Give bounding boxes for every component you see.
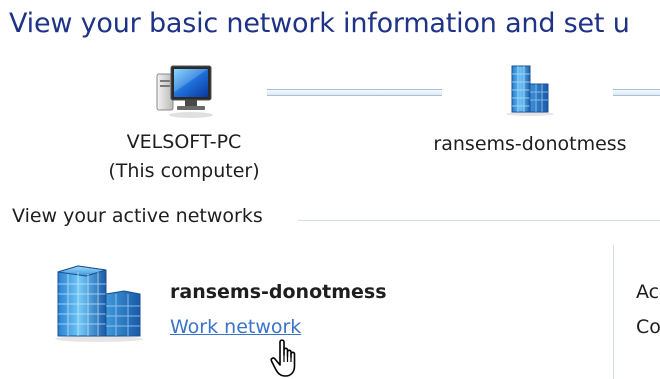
computer-node[interactable]: VELSOFT-PC (This computer) — [84, 62, 284, 186]
connection-line-internet — [613, 89, 660, 96]
connections-label-fragment: Co — [636, 316, 660, 338]
computer-subtitle: (This computer) — [108, 160, 260, 182]
page-title: View your basic network information and … — [9, 8, 630, 39]
network-building-icon — [498, 64, 562, 116]
section-title-active-networks: View your active networks — [12, 205, 263, 227]
access-type-label-fragment: Ac — [636, 281, 660, 303]
hand-pointer-cursor-icon — [268, 338, 308, 379]
computer-name: VELSOFT-PC — [126, 131, 242, 153]
network-and-sharing-center: View your basic network information and … — [0, 0, 660, 379]
column-divider — [613, 245, 614, 379]
network-location-link[interactable]: Work network — [170, 316, 301, 338]
computer-icon — [151, 62, 217, 120]
network-node[interactable]: ransems-donotmess — [410, 64, 650, 159]
network-building-icon — [44, 264, 150, 342]
network-name: ransems-donotmess — [433, 133, 627, 155]
active-network-name: ransems-donotmess — [170, 281, 387, 303]
section-divider — [298, 220, 660, 221]
